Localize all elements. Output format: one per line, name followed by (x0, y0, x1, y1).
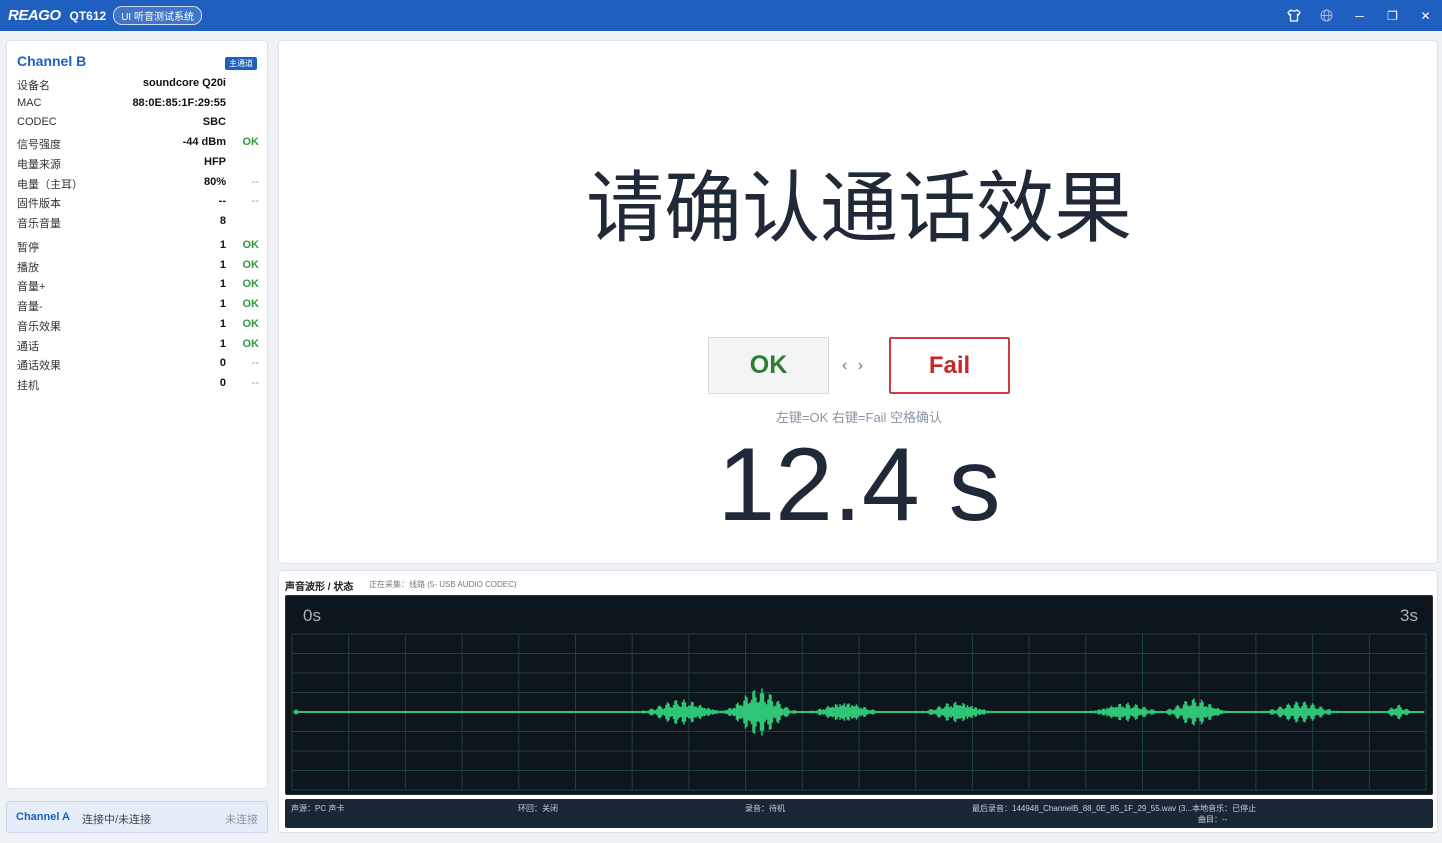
main-channel-badge: 主通道 (225, 57, 257, 70)
info-key: 音量+ (17, 281, 46, 294)
globe-icon[interactable] (1310, 0, 1343, 31)
info-key: 音量- (17, 301, 43, 314)
info-row: 音乐音量 8 (17, 215, 259, 233)
info-key: 设备名 (17, 80, 50, 92)
info-value: 88:0E:85:1F:29:55 (132, 96, 226, 109)
fail-button[interactable]: Fail (889, 337, 1010, 394)
info-status: OK (242, 337, 260, 350)
channel-title: Channel B (17, 53, 87, 69)
info-key: 挂机 (17, 379, 39, 392)
channel-a-connection: 未连接 (225, 814, 258, 826)
info-row: 音量+ 1 OK (17, 278, 259, 296)
key-hint: 左键=OK 右键=Fail 空格确认 (775, 410, 943, 425)
waveform-card: 声音波形 / 状态 正在采集：线路 (5- USB AUDIO CODEC) 0… (278, 570, 1438, 833)
info-key: CODEC (17, 116, 57, 129)
brand-logo: REAGO (8, 7, 61, 24)
countdown-timer: 12.4 s (717, 427, 1001, 543)
info-value: 1 (219, 239, 226, 251)
info-row: 音乐效果 1 OK (17, 318, 259, 336)
info-value: soundcore Q20i (142, 77, 226, 89)
info-key: 暂停 (17, 242, 39, 254)
info-status: -- (251, 195, 259, 208)
info-key: 播放 (17, 261, 39, 274)
window-controls: ─ ❐ ✕ (1277, 0, 1442, 31)
channel-a-bar[interactable]: Channel A 连接中/未连接 未连接 (6, 801, 268, 833)
close-icon[interactable]: ✕ (1409, 0, 1442, 31)
info-value: 0 (219, 357, 226, 370)
info-value: 8 (219, 214, 226, 227)
info-status: -- (251, 357, 259, 370)
info-key: 通话效果 (17, 360, 61, 373)
info-status: OK (242, 239, 260, 251)
waveform-title: 声音波形 / 状态 (285, 582, 354, 593)
info-status: OK (242, 278, 260, 291)
model-name: QT612 (69, 8, 107, 23)
info-value: 0 (219, 376, 226, 389)
info-row: 电量（主耳） 80% -- (17, 176, 259, 194)
info-key: 音乐效果 (17, 320, 61, 333)
channel-a-name: Channel A (16, 811, 70, 823)
info-row: 固件版本 -- -- (17, 195, 259, 213)
info-value: 80% (203, 175, 226, 188)
waveform-start-marker (293, 709, 299, 715)
info-status: OK (242, 136, 260, 149)
record-status: 录音：待机 (745, 804, 785, 813)
info-status: OK (242, 258, 260, 271)
ok-button[interactable]: OK (708, 337, 829, 394)
shirt-icon[interactable] (1277, 0, 1310, 31)
info-key: 通话 (17, 340, 39, 353)
arrows-icon: ‹ › (842, 357, 867, 374)
last-record-status: 最后录音：144948_ChannelB_88_0E_85_1F_29_55.w… (972, 804, 1257, 813)
time-end-label: 3s (1400, 606, 1418, 625)
prompt-title: 请确认通话效果 (585, 164, 1132, 252)
info-row: MAC 88:0E:85:1F:29:55 (17, 97, 259, 115)
info-value: 1 (219, 317, 226, 330)
info-row: 播放 1 OK (17, 259, 259, 277)
info-value: -44 dBm (182, 136, 226, 149)
info-key: 电量来源 (17, 158, 61, 171)
info-row: 信号强度 -44 dBm OK (17, 136, 259, 154)
info-row: 通话效果 0 -- (17, 357, 259, 375)
info-value: SBC (202, 116, 226, 129)
restore-icon[interactable]: ❐ (1376, 0, 1409, 31)
audio-source-status: 声源：PC 声卡 (291, 804, 345, 813)
info-key: 音乐音量 (17, 217, 61, 230)
info-value: HFP (204, 155, 226, 168)
info-status: OK (242, 317, 260, 330)
capture-status: 正在采集：线路 (5- USB AUDIO CODEC) (369, 580, 517, 589)
status-bar: 声源：PC 声卡 环回：关闭 录音：待机 最后录音：144948_Channel… (285, 799, 1433, 828)
info-key: MAC (17, 96, 42, 109)
waveform-plot (291, 633, 1427, 791)
channel-a-state: 连接中/未连接 (82, 814, 152, 826)
info-row: 通话 1 OK (17, 338, 259, 356)
channel-info-panel: Channel B 主通道 设备名 soundcore Q20i MAC 88:0E:… (6, 40, 268, 789)
title-bar: REAGO QT612 UI 听音测试系统 ─ ❐ ✕ (0, 0, 1442, 31)
info-status: -- (251, 376, 259, 389)
system-badge: UI 听音测试系统 (113, 6, 202, 25)
info-key: 电量（主耳） (17, 178, 83, 191)
info-value: -- (218, 195, 226, 208)
info-value: 1 (219, 337, 226, 350)
minimize-icon[interactable]: ─ (1343, 0, 1376, 31)
time-start-label: 0s (303, 606, 321, 625)
loopback-status: 环回：关闭 (518, 804, 558, 813)
info-row: 挂机 0 -- (17, 377, 259, 395)
info-row: 设备名 soundcore Q20i (17, 77, 259, 95)
info-key: 信号强度 (17, 139, 61, 152)
info-row: 暂停 1 OK (17, 239, 259, 257)
track-status: 曲目：-- (1198, 815, 1228, 824)
info-value: 1 (219, 278, 226, 291)
info-status: OK (242, 298, 260, 311)
info-row: 音量- 1 OK (17, 298, 259, 316)
info-value: 1 (219, 298, 226, 311)
info-status: -- (251, 175, 259, 188)
confirm-card: 请确认通话效果 OK ‹ › Fail 左键=OK 右键=Fail 空格确认 1… (278, 40, 1438, 564)
waveform-display: 0s 3s (285, 595, 1433, 795)
info-key: 固件版本 (17, 198, 61, 211)
info-value: 1 (219, 258, 226, 271)
info-row: CODEC SBC (17, 116, 259, 134)
info-row: 电量来源 HFP (17, 156, 259, 174)
